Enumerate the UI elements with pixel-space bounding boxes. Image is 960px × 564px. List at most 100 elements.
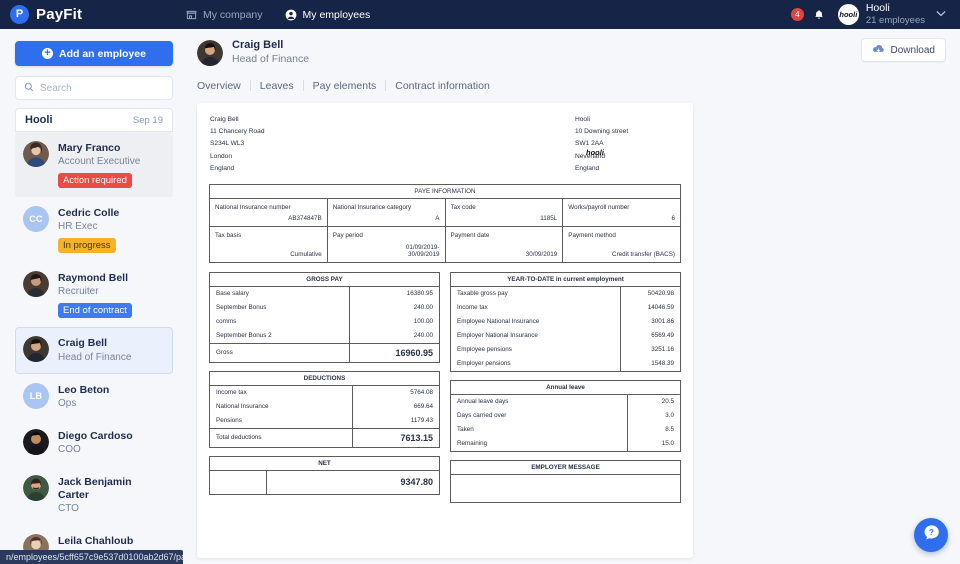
gross-pay-title: GROSS PAY: [209, 271, 440, 287]
line-item-value: 15.0: [627, 436, 681, 452]
list-item[interactable]: LB Leo Beton Ops: [15, 374, 173, 420]
employee-name: Raymond Bell: [58, 272, 129, 285]
employee-header-text: Craig Bell Head of Finance: [232, 38, 309, 67]
bell-icon[interactable]: [813, 9, 825, 21]
table-row: Employee National Insurance 3001.86: [449, 314, 681, 329]
company-logo-text: hooli: [839, 10, 858, 19]
table-row: PAYE INFORMATION: [209, 183, 681, 199]
brand-logo-group[interactable]: P PayFit: [10, 5, 160, 24]
line-item-value: 240.00: [349, 328, 440, 344]
line-item-label: Taxable gross pay: [449, 285, 622, 301]
nav-link-my-company[interactable]: My company: [186, 9, 263, 21]
avatar: [23, 336, 49, 363]
payslip-columns: GROSS PAY Base salary 16380.95 September…: [208, 271, 681, 503]
employee-role: Recruiter: [58, 286, 99, 298]
table-row: Income tax 14046.59: [449, 300, 681, 315]
line-item-label: Base salary: [209, 285, 350, 301]
paye-label: Payment method: [562, 226, 681, 241]
payslip-address-block: Craig Bell 11 Chancery Road S234L WL3 Lo…: [209, 114, 681, 175]
employee-name: Craig Bell: [58, 337, 108, 350]
line-item-value: 1548.39: [620, 356, 681, 372]
line-item-label: Employer National Insurance: [449, 328, 622, 343]
total-value: 16960.95: [349, 342, 440, 363]
line-item-value: 3001.86: [620, 314, 681, 329]
plus-icon: +: [42, 48, 54, 59]
list-item-info: Craig Bell Head of Finance: [58, 336, 131, 364]
tab-contract-information[interactable]: Contract information: [386, 80, 499, 92]
browser-status-url: n/employees/5cff657c9e537d0100ab2d67/pay…: [0, 550, 183, 564]
add-employee-button[interactable]: + Add an employee: [15, 41, 173, 66]
table-row: Employee pensions 3251.16: [449, 342, 681, 357]
company-logo-icon: hooli: [837, 4, 859, 25]
help-button[interactable]: ?: [914, 518, 948, 552]
list-item-selected[interactable]: Craig Bell Head of Finance: [15, 327, 173, 374]
employee-role: HR Exec: [58, 221, 98, 233]
paye-label: Payment date: [444, 226, 564, 241]
table-row: comms 100.00: [209, 314, 440, 329]
payfit-logo-icon: P: [10, 5, 29, 24]
list-item[interactable]: Diego Cardoso COO: [15, 420, 173, 466]
tab-pay-elements[interactable]: Pay elements: [304, 80, 386, 92]
list-item[interactable]: Jack Benjamin Carter CTO: [15, 466, 173, 525]
net-value: 9347.80: [266, 469, 441, 495]
line-item-value: 240.00: [349, 300, 440, 315]
list-item-info: Leo Beton Ops: [58, 383, 109, 411]
list-item-info: Mary Franco Account Executive Action req…: [58, 141, 140, 189]
employee-role: Head of Finance: [232, 53, 310, 66]
table-row: Employer pensions 1548.39: [449, 356, 681, 372]
search-box[interactable]: [15, 76, 173, 100]
download-button[interactable]: Download: [860, 38, 946, 62]
table-row: NET: [209, 455, 440, 471]
line-item-value: 100.00: [349, 314, 440, 329]
payslip-document: Craig Bell 11 Chancery Road S234L WL3 Lo…: [197, 102, 693, 558]
line-item-label: September Bonus: [209, 300, 350, 315]
paye-value: A: [326, 212, 446, 228]
status-badge: Action required: [58, 173, 132, 189]
line-item-value: 3251.16: [620, 342, 681, 357]
tab-overview[interactable]: Overview: [197, 80, 250, 92]
paye-label: Tax basis: [209, 226, 328, 241]
table-row: YEAR-TO-DATE in current employment: [450, 271, 681, 287]
deductions-table: DEDUCTIONS Income tax 5764.08 National I…: [208, 370, 440, 448]
line-item-value: 14046.59: [620, 300, 681, 315]
list-item[interactable]: CC Cedric Colle HR Exec In progress: [15, 197, 173, 262]
list-item[interactable]: Raymond Bell Recruiter End of contract: [15, 262, 173, 327]
company-employee-count: 21 employees: [865, 15, 925, 27]
payslip-right-column: YEAR-TO-DATE in current employment Taxab…: [449, 271, 681, 503]
paye-value: 30/09/2019: [444, 240, 564, 263]
paye-value: 01/09/2019- 30/09/2019: [326, 240, 446, 263]
line-item-label: comms: [209, 314, 350, 329]
annual-leave-table: Annual leave Annual leave days 20.5 Days…: [449, 379, 681, 452]
topnav-right-group: 4 hooli Hooli 21 employees: [790, 2, 950, 27]
paye-label: National Insurance number: [209, 197, 328, 213]
annual-leave-title: Annual leave: [450, 379, 681, 395]
chevron-down-icon[interactable]: [936, 9, 946, 20]
table-row: Cumulative 01/09/2019- 30/09/2019 30/09/…: [209, 240, 681, 263]
list-item-info: Jack Benjamin Carter CTO: [58, 475, 164, 516]
add-employee-label: Add an employee: [59, 47, 146, 60]
list-item[interactable]: Mary Franco Account Executive Action req…: [15, 132, 173, 198]
search-input[interactable]: [40, 82, 164, 94]
employee-address: Craig Bell 11 Chancery Road S234L WL3 Lo…: [209, 114, 445, 175]
nav-link-my-employees[interactable]: My employees: [285, 8, 371, 21]
tab-bar: Overview Leaves Pay elements Contract in…: [197, 80, 960, 92]
paye-value: Credit transfer (BACS): [562, 240, 681, 263]
table-row: September Bonus 2 240.00: [209, 328, 440, 344]
company-logo-watermark: hooli: [586, 147, 604, 157]
company-switcher[interactable]: hooli Hooli 21 employees: [837, 2, 946, 27]
employee-list: Mary Franco Account Executive Action req…: [15, 132, 173, 564]
line-item-label: Income tax: [449, 300, 622, 315]
avatar: [23, 271, 49, 298]
total-label: Gross: [209, 342, 350, 363]
employee-name: Leila Chahloub: [58, 535, 134, 547]
line-item-label: National Insurance: [208, 399, 354, 414]
gross-pay-table: GROSS PAY Base salary 16380.95 September…: [209, 271, 440, 363]
tab-leaves[interactable]: Leaves: [251, 80, 303, 92]
notification-badge[interactable]: 4: [790, 8, 804, 21]
address-line: 11 Chancery Road: [210, 128, 265, 136]
nav-link-my-employees-label: My employees: [302, 8, 371, 21]
download-button-label: Download: [890, 44, 935, 56]
employee-group-header[interactable]: Hooli Sep 19: [15, 108, 173, 132]
net-title: NET: [209, 455, 440, 471]
avatar-initials: LB: [29, 390, 43, 401]
